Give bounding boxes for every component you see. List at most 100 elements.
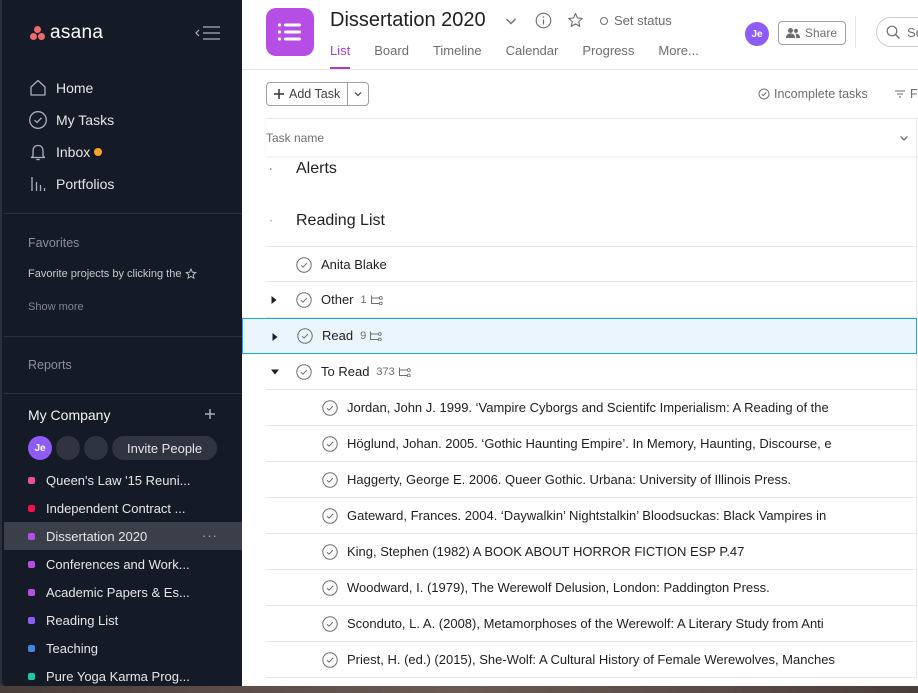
star-icon <box>185 268 198 280</box>
subtask-name: Woodward, I. (1979), The Werewolf Delusi… <box>347 580 770 595</box>
sidebar-item-inbox[interactable]: Inbox <box>28 136 228 168</box>
more-options-icon[interactable]: ··· <box>202 528 218 543</box>
project-label: Teaching <box>46 640 99 656</box>
project-menu-button[interactable] <box>504 14 518 28</box>
sidebar-project[interactable]: Academic Papers & Es... <box>4 578 244 606</box>
sidebar-project[interactable]: Reading List <box>4 606 244 634</box>
add-project-button[interactable] <box>202 406 218 422</box>
subtask-count-value: 373 <box>376 365 395 378</box>
complete-task-icon[interactable] <box>322 436 338 452</box>
avatar[interactable]: Je <box>28 436 52 460</box>
complete-task-icon[interactable] <box>322 616 338 632</box>
avatar[interactable]: Je <box>745 22 769 46</box>
add-task-label: Add Task <box>289 87 341 101</box>
triangle-down-icon[interactable] <box>270 368 280 376</box>
avatar-placeholder[interactable] <box>84 436 108 460</box>
sidebar: asana Home My Tasks Inbox Portfolios Fav… <box>0 0 244 686</box>
subtask-row[interactable]: Woodward, I. (1979), The Werewolf Delusi… <box>266 570 916 606</box>
show-more-link[interactable]: Show more <box>28 301 84 313</box>
triangle-right-icon[interactable] <box>271 332 279 342</box>
project-color-swatch <box>28 504 35 512</box>
subtask-count: 1 <box>361 294 383 306</box>
triangle-down-icon[interactable] <box>242 217 272 225</box>
subtask-row[interactable]: Haggerty, George E. 2006. Queer Gothic. … <box>266 462 916 498</box>
avatar-placeholder[interactable] <box>56 436 80 460</box>
add-task-dropdown[interactable] <box>348 83 368 105</box>
subtask-row[interactable]: Sconduto, L. A. (2008), Metamorphoses of… <box>266 606 916 642</box>
project-icon[interactable] <box>266 8 314 56</box>
favorite-button[interactable] <box>567 12 584 29</box>
complete-task-icon[interactable] <box>322 652 338 668</box>
sidebar-project[interactable]: Conferences and Work... <box>4 550 244 578</box>
project-title: Dissertation 2020 <box>330 9 486 31</box>
task-name: Other 1 <box>321 292 383 307</box>
section-reading-list[interactable]: Reading List <box>242 210 385 232</box>
chevron-down-icon <box>506 18 516 25</box>
column-options-button[interactable] <box>898 132 910 144</box>
plus-icon <box>205 409 215 419</box>
complete-task-icon[interactable] <box>296 257 312 273</box>
sidebar-item-home[interactable]: Home <box>28 72 228 104</box>
tab-progress[interactable]: Progress <box>582 43 634 69</box>
complete-task-icon[interactable] <box>322 472 338 488</box>
sidebar-nav: Home My Tasks Inbox Portfolios <box>28 72 228 200</box>
task-name-text: Other <box>321 292 354 307</box>
task-row[interactable]: To Read 373 <box>266 354 916 390</box>
triangle-right-icon[interactable] <box>270 295 278 305</box>
add-task-button[interactable]: Add Task <box>267 83 349 105</box>
header-separator <box>855 16 856 48</box>
section-title: Alerts <box>296 160 337 177</box>
project-color-swatch <box>28 560 35 568</box>
column-border <box>916 118 917 678</box>
asana-logo[interactable]: asana <box>28 22 103 44</box>
subtask-name: Höglund, Johan. 2005. ‘Gothic Haunting E… <box>347 436 832 451</box>
tab-timeline[interactable]: Timeline <box>433 43 482 69</box>
sidebar-item-portfolios[interactable]: Portfolios <box>28 168 228 200</box>
logo-text: asana <box>50 22 104 43</box>
sidebar-item-label: My Tasks <box>56 112 115 128</box>
subtask-row[interactable]: Höglund, Johan. 2005. ‘Gothic Haunting E… <box>266 426 916 462</box>
incomplete-tasks-filter[interactable]: Incomplete tasks <box>758 87 868 101</box>
team-title[interactable]: My Company <box>28 407 110 423</box>
sidebar-project-active[interactable]: Dissertation 2020 ··· <box>4 522 244 550</box>
subtask-row[interactable]: Jordan, John J. 1999. ‘Vampire Cyborgs a… <box>266 390 916 426</box>
triangle-right-icon[interactable] <box>242 164 272 174</box>
column-header-task-name[interactable]: Task name <box>266 131 324 145</box>
filter-button[interactable]: F <box>894 87 918 101</box>
column-header: Task name <box>266 118 918 156</box>
project-color-swatch <box>28 476 35 484</box>
task-row[interactable]: Anita Blake <box>266 246 916 282</box>
invite-people-button[interactable]: Invite People <box>112 436 218 460</box>
sidebar-project[interactable]: Queen's Law '15 Reuni... <box>4 466 244 494</box>
search-input[interactable]: Se <box>876 17 918 47</box>
section-alerts[interactable]: Alerts <box>242 158 337 180</box>
complete-task-icon[interactable] <box>322 400 338 416</box>
set-status-button[interactable]: Set status <box>600 13 672 28</box>
share-button[interactable]: Share <box>778 21 847 45</box>
tab-list[interactable]: List <box>330 43 351 69</box>
complete-task-icon[interactable] <box>322 580 338 596</box>
tab-more[interactable]: More... <box>658 43 698 69</box>
task-row[interactable]: Other 1 <box>266 282 916 318</box>
sidebar-project[interactable]: Teaching <box>4 634 244 662</box>
task-row-selected[interactable]: Read 9 <box>242 318 917 354</box>
sidebar-project[interactable]: Independent Contract ... <box>4 494 244 522</box>
favorites-title[interactable]: Favorites <box>28 236 79 250</box>
section-title: Reading List <box>296 212 385 229</box>
subtask-row[interactable]: Priest, H. (ed.) (2015), She-Wolf: A Cul… <box>266 642 916 678</box>
complete-task-icon[interactable] <box>322 508 338 524</box>
subtask-row[interactable]: King, Stephen (1982) A BOOK ABOUT HORROR… <box>266 534 916 570</box>
collapse-sidebar-button[interactable] <box>194 24 222 42</box>
subtask-row[interactable]: Gateward, Frances. 2004. ‘Daywalkin’ Nig… <box>266 498 916 534</box>
complete-task-icon[interactable] <box>322 544 338 560</box>
tab-calendar[interactable]: Calendar <box>506 43 559 69</box>
project-details-button[interactable] <box>535 12 552 29</box>
complete-task-icon[interactable] <box>297 328 313 344</box>
tab-board[interactable]: Board <box>374 43 409 69</box>
complete-task-icon[interactable] <box>296 292 312 308</box>
favorites-hint: Favorite projects by clicking the <box>28 268 198 280</box>
sidebar-item-my-tasks[interactable]: My Tasks <box>28 104 228 136</box>
task-name: Anita Blake <box>321 257 387 272</box>
reports-title[interactable]: Reports <box>28 358 72 372</box>
complete-task-icon[interactable] <box>296 364 312 380</box>
